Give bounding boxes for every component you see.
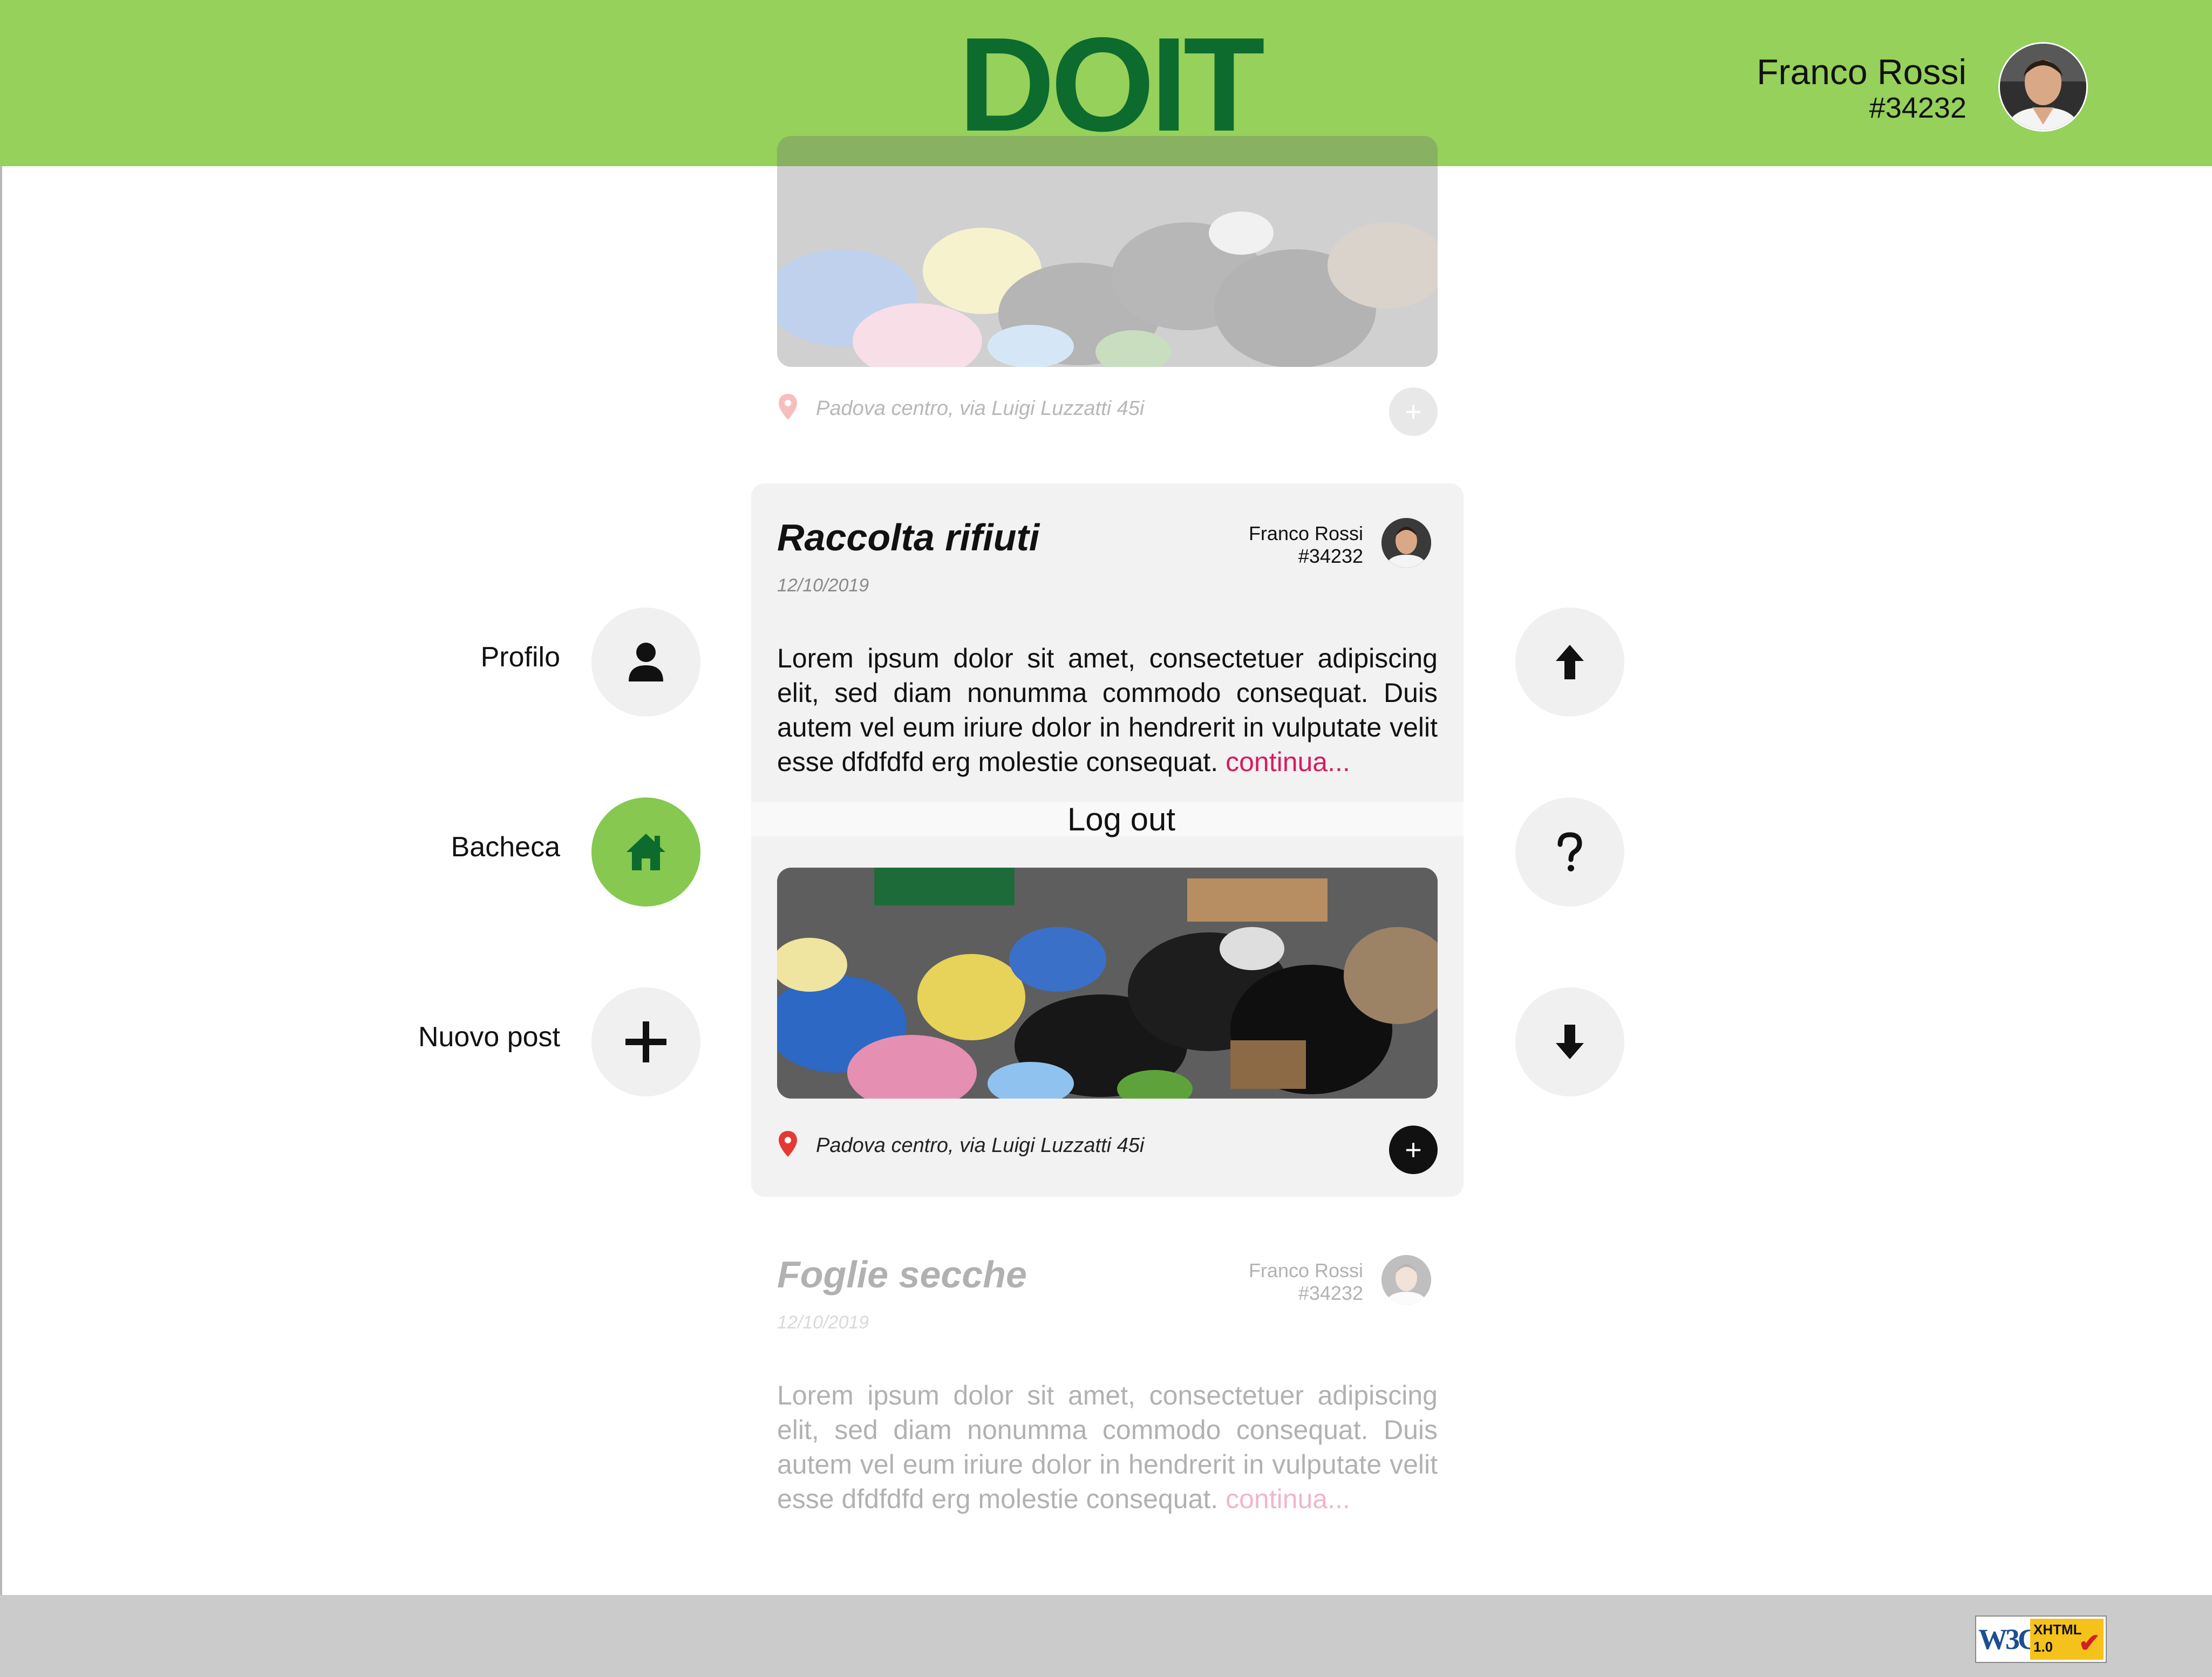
current-user[interactable]: Franco Rossi #34232: [1757, 52, 1966, 124]
author-name: Franco Rossi: [1248, 1259, 1363, 1281]
post-body: Lorem ipsum dolor sit amet, consectetuer…: [777, 1378, 1438, 1516]
page-border: [0, 0, 2, 1677]
post-date: 12/10/2019: [777, 575, 869, 596]
help-button[interactable]: [1515, 797, 1624, 906]
w3c-logo: W3C: [1978, 1623, 2039, 1655]
post-previous[interactable]: Padova centro, via Luigi Luzzatti 45i +: [751, 136, 1464, 447]
user-icon: [629, 643, 663, 681]
nav-label: Bacheca: [451, 831, 560, 863]
author-avatar[interactable]: [1381, 518, 1431, 568]
author-id: #34232: [1298, 545, 1363, 567]
logout-menu[interactable]: Log out: [751, 802, 1464, 837]
post-author[interactable]: Franco Rossi #34232: [1249, 522, 1363, 568]
app-logo[interactable]: DOIT: [948, 17, 1271, 151]
post-author[interactable]: Franco Rossi #34232: [1249, 1259, 1363, 1305]
nav-label: Nuovo post: [418, 1021, 560, 1053]
user-name: Franco Rossi: [1757, 52, 1966, 92]
nav-label: Profilo: [480, 642, 560, 673]
arrow-up-icon: [1556, 645, 1584, 679]
author-avatar[interactable]: [1381, 1255, 1431, 1305]
add-button[interactable]: +: [1389, 387, 1438, 436]
nav-button[interactable]: [591, 987, 700, 1096]
post-body: Lorem ipsum dolor sit amet, consectetuer…: [777, 641, 1438, 779]
nav-button[interactable]: [591, 608, 700, 717]
post-date: 12/10/2019: [777, 1312, 869, 1333]
read-more-link[interactable]: continua...: [1226, 1484, 1350, 1514]
nav-item-profilo[interactable]: Profilo: [378, 608, 702, 717]
xhtml-label: XHTML 1.0 ✔: [2030, 1619, 2104, 1660]
post-next[interactable]: Foglie secche 12/10/2019 Franco Rossi #3…: [751, 1221, 1464, 1523]
plus-icon: [625, 1021, 666, 1062]
location-pin-icon: [779, 394, 797, 420]
location-text: Padova centro, via Luigi Luzzatti 45i: [816, 397, 1145, 420]
post-title[interactable]: Foglie secche: [777, 1253, 1027, 1296]
post-title[interactable]: Raccolta rifiuti: [777, 516, 1039, 559]
user-id: #34232: [1869, 92, 1966, 124]
footer: W3C XHTML 1.0 ✔: [0, 1595, 2212, 1677]
author-name: Franco Rossi: [1248, 522, 1363, 544]
nav-button[interactable]: [591, 797, 700, 906]
read-more-link[interactable]: continua...: [1226, 747, 1350, 777]
add-button[interactable]: +: [1389, 1126, 1438, 1174]
location-pin-icon: [779, 1131, 797, 1157]
scroll-down-button[interactable]: [1515, 987, 1624, 1096]
post-image: [777, 136, 1438, 367]
author-id: #34232: [1298, 1282, 1363, 1304]
post-card[interactable]: Raccolta rifiuti 12/10/2019 Franco Rossi…: [751, 483, 1464, 1197]
nav-item-nuovo-post[interactable]: Nuovo post: [378, 987, 702, 1096]
home-icon: [627, 834, 665, 870]
w3c-xhtml-badge[interactable]: W3C XHTML 1.0 ✔: [1975, 1615, 2107, 1663]
logout-button[interactable]: Log out: [751, 802, 1464, 837]
post-image[interactable]: [777, 868, 1438, 1099]
nav-item-bacheca[interactable]: Bacheca: [378, 797, 702, 906]
user-avatar[interactable]: [1998, 42, 2088, 132]
checkmark-icon: ✔: [2078, 1629, 2100, 1658]
arrow-down-icon: [1556, 1025, 1584, 1059]
help-icon: [1557, 832, 1582, 871]
location-text: Padova centro, via Luigi Luzzatti 45i: [816, 1134, 1145, 1157]
scroll-up-button[interactable]: [1515, 608, 1624, 717]
